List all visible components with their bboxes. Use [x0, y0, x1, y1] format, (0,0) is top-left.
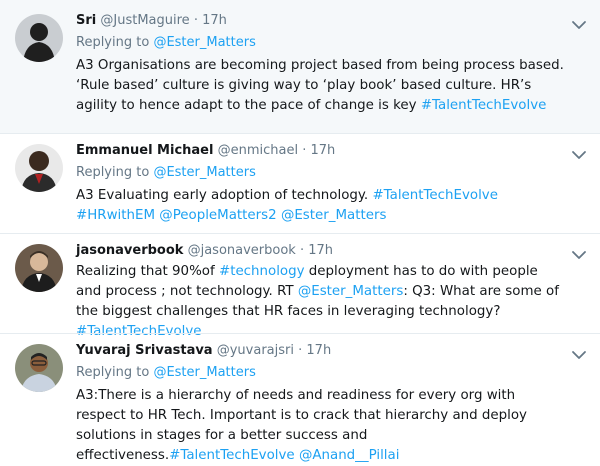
separator-dot: ·: [298, 343, 303, 358]
tweet-yuvaraj-srivastava[interactable]: Yuvaraj Srivastava @yuvarajsri · 17h Rep…: [0, 333, 600, 463]
mention-link[interactable]: @Ester_Matters: [153, 35, 255, 50]
text-segment: A3 Evaluating early adoption of technolo…: [76, 188, 373, 203]
display-name[interactable]: Emmanuel Michael: [76, 143, 213, 158]
avatar[interactable]: [15, 14, 63, 62]
text-segment: Realizing that 90%of: [76, 264, 219, 279]
display-name[interactable]: Sri: [76, 13, 96, 28]
display-name[interactable]: jasonaverbook: [76, 243, 183, 258]
username[interactable]: @yuvarajsri: [217, 343, 294, 358]
hashtag-link[interactable]: #TalentTechEvolve: [372, 188, 498, 203]
chevron-down-icon[interactable]: [570, 146, 588, 164]
separator-dot: ·: [193, 13, 198, 28]
timestamp[interactable]: 17h: [306, 343, 331, 358]
separator-dot: ·: [302, 143, 307, 158]
hashtag-link[interactable]: #technology: [219, 264, 305, 279]
replying-to-label: Replying to: [76, 365, 150, 380]
mention-link[interactable]: @Ester_Matters: [281, 208, 387, 223]
tweet-text: Realizing that 90%of #technology deploym…: [76, 262, 564, 342]
tweet-jasonaverbook[interactable]: jasonaverbook @jasonaverbook · 17h Reali…: [0, 233, 600, 339]
chevron-down-icon[interactable]: [570, 346, 588, 364]
avatar-image: [15, 144, 63, 192]
timestamp[interactable]: 17h: [308, 243, 333, 258]
mention-link[interactable]: @PeopleMatters2: [159, 208, 276, 223]
timestamp[interactable]: 17h: [202, 13, 227, 28]
tweet-header: Emmanuel Michael @enmichael · 17h: [76, 142, 564, 160]
replying-to-label: Replying to: [76, 35, 150, 50]
hashtag-link[interactable]: #HRwithEM: [76, 208, 155, 223]
tweet-header: Yuvaraj Srivastava @yuvarajsri · 17h: [76, 342, 564, 360]
tweet-sri[interactable]: Sri @JustMaguire · 17h Replying to @Este…: [0, 0, 600, 133]
chevron-down-icon[interactable]: [570, 16, 588, 34]
avatar[interactable]: [15, 244, 63, 292]
hashtag-link[interactable]: #TalentTechEvolve: [169, 448, 295, 463]
tweet-text: A3 Organisations are becoming project ba…: [76, 56, 564, 116]
username[interactable]: @JustMaguire: [100, 13, 189, 28]
mention-link[interactable]: @Ester_Matters: [153, 365, 255, 380]
avatar-image: [15, 244, 63, 292]
tweet-emmanuel-michael[interactable]: Emmanuel Michael @enmichael · 17h Replyi…: [0, 133, 600, 233]
mention-link[interactable]: @Anand__Pillai: [299, 448, 400, 463]
mention-link[interactable]: @Ester_Matters: [153, 165, 255, 180]
avatar-image: [15, 14, 63, 62]
tweet-text: A3:There is a hierarchy of needs and rea…: [76, 386, 564, 466]
avatar[interactable]: [15, 144, 63, 192]
replying-to-label: Replying to: [76, 165, 150, 180]
separator-dot: ·: [299, 243, 305, 258]
timestamp[interactable]: 17h: [311, 143, 336, 158]
avatar-image: [15, 344, 63, 392]
mention-link[interactable]: @Ester_Matters: [298, 284, 404, 299]
replying-to: Replying to @Ester_Matters: [76, 34, 564, 52]
tweet-text: A3 Evaluating early adoption of technolo…: [76, 186, 564, 226]
tweet-feed: Sri @JustMaguire · 17h Replying to @Este…: [0, 0, 600, 463]
username[interactable]: @jasonaverbook: [188, 243, 296, 258]
display-name[interactable]: Yuvaraj Srivastava: [76, 343, 213, 358]
tweet-header: Sri @JustMaguire · 17h: [76, 12, 564, 30]
chevron-down-icon[interactable]: [570, 246, 588, 264]
hashtag-link[interactable]: #TalentTechEvolve: [421, 98, 547, 113]
replying-to: Replying to @Ester_Matters: [76, 164, 564, 182]
tweet-header: jasonaverbook @jasonaverbook · 17h: [76, 242, 564, 260]
replying-to: Replying to @Ester_Matters: [76, 364, 564, 382]
username[interactable]: @enmichael: [218, 143, 298, 158]
avatar[interactable]: [15, 344, 63, 392]
